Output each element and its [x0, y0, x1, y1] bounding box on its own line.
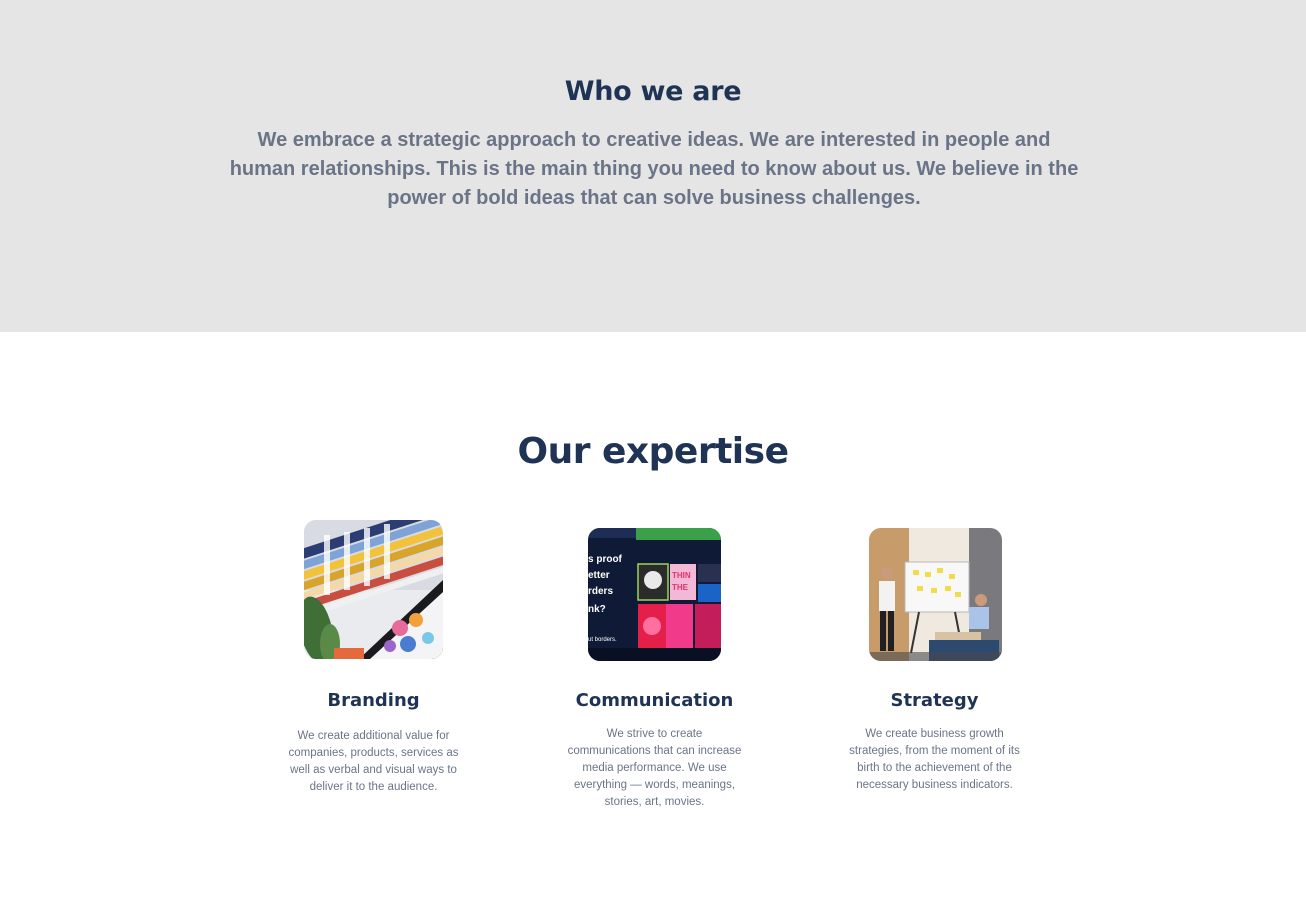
poster-text-line-3: rders — [588, 586, 613, 597]
poster-text-line-2: etter — [588, 570, 610, 581]
strategy-description: We create business growth strategies, fr… — [849, 728, 1020, 791]
poster-text-line-4: nk? — [588, 604, 606, 615]
poster-text-line-5: ut borders. — [588, 637, 617, 643]
communication-title: Communication — [575, 690, 734, 711]
branding-image — [304, 520, 443, 659]
strategy-title: Strategy — [890, 690, 979, 711]
expertise-title: Our expertise — [517, 431, 790, 472]
who-we-are-title: Who we are — [564, 76, 742, 107]
who-we-are-description: We embrace a strategic approach to creat… — [229, 129, 1079, 209]
strategy-image — [869, 528, 1002, 661]
communication-image: s proof etter rders nk? ut borders. THIN… — [588, 528, 721, 661]
svg-text:THIN: THIN — [672, 571, 691, 580]
branding-description: We create additional value for companies… — [288, 730, 459, 793]
communication-description: We strive to create communications that … — [567, 728, 742, 808]
svg-text:THE: THE — [672, 583, 689, 592]
poster-text-line-1: s proof — [588, 554, 623, 565]
branding-title: Branding — [327, 690, 420, 711]
who-we-are-section: Who we are We embrace a strategic approa… — [0, 0, 1306, 332]
